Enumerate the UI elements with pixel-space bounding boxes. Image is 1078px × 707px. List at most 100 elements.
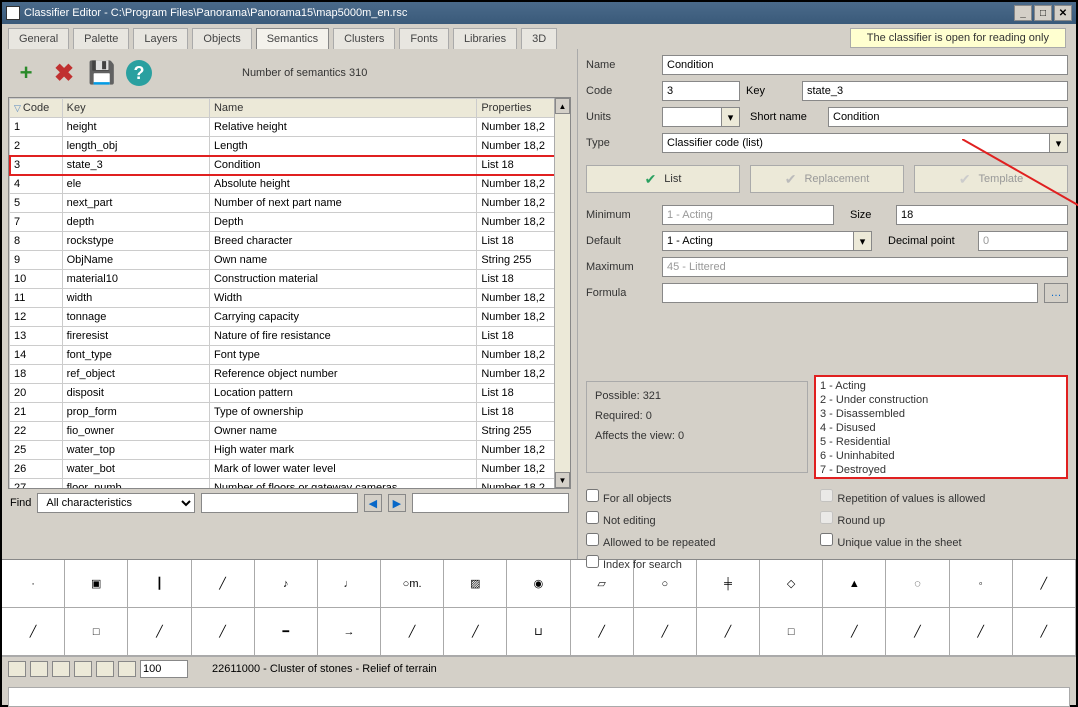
units-field[interactable] bbox=[662, 107, 722, 127]
find-input[interactable] bbox=[201, 493, 358, 513]
list-item[interactable]: 7 - Destroyed bbox=[820, 463, 1062, 477]
symbol-swatch[interactable]: ━ bbox=[255, 608, 318, 655]
symbol-swatch[interactable]: ♩ bbox=[318, 560, 381, 607]
symbol-swatch[interactable]: ╱ bbox=[571, 608, 634, 655]
symbol-swatch[interactable]: ╱ bbox=[192, 560, 255, 607]
symbol-swatch[interactable]: □ bbox=[760, 608, 823, 655]
symbol-swatch[interactable]: ╱ bbox=[444, 608, 507, 655]
tab-3d[interactable]: 3D bbox=[521, 28, 557, 49]
key-field[interactable] bbox=[802, 81, 1068, 101]
symbol-swatch[interactable]: ▣ bbox=[65, 560, 128, 607]
list-item[interactable]: 5 - Residential bbox=[820, 435, 1062, 449]
view4-icon[interactable] bbox=[96, 661, 114, 677]
table-row[interactable]: 20dispositLocation patternList 18 bbox=[10, 384, 570, 403]
table-row[interactable]: 11widthWidthNumber 18,2 bbox=[10, 289, 570, 308]
tab-palette[interactable]: Palette bbox=[73, 28, 129, 49]
symbol-swatch[interactable]: ⊔ bbox=[507, 608, 570, 655]
table-row[interactable]: 12tonnageCarrying capacityNumber 18,2 bbox=[10, 308, 570, 327]
col-name[interactable]: Name bbox=[209, 99, 476, 118]
table-row[interactable]: 10material10Construction materialList 18 bbox=[10, 270, 570, 289]
tab-clusters[interactable]: Clusters bbox=[333, 28, 395, 49]
max-field[interactable] bbox=[662, 257, 1068, 277]
symbol-swatch[interactable]: ╱ bbox=[1013, 608, 1076, 655]
symbol-swatch[interactable]: ┃ bbox=[128, 560, 191, 607]
min-field[interactable] bbox=[662, 205, 834, 225]
values-list[interactable]: 1 - Acting2 - Under construction3 - Disa… bbox=[814, 375, 1068, 479]
add-icon[interactable]: + bbox=[12, 59, 40, 87]
list-item[interactable]: 3 - Disassembled bbox=[820, 407, 1062, 421]
view2-icon[interactable] bbox=[52, 661, 70, 677]
table-row[interactable]: 26water_botMark of lower water levelNumb… bbox=[10, 460, 570, 479]
name-field[interactable] bbox=[662, 55, 1068, 75]
table-row[interactable]: 21prop_formType of ownershipList 18 bbox=[10, 403, 570, 422]
maximize-button[interactable]: □ bbox=[1034, 5, 1052, 21]
col-key[interactable]: Key bbox=[62, 99, 209, 118]
symbol-swatch[interactable]: ○m. bbox=[381, 560, 444, 607]
tab-general[interactable]: General bbox=[8, 28, 69, 49]
shortname-field[interactable] bbox=[828, 107, 1068, 127]
symbol-swatch[interactable]: ◉ bbox=[507, 560, 570, 607]
minimize-button[interactable]: _ bbox=[1014, 5, 1032, 21]
symbol-swatch[interactable]: · bbox=[2, 560, 65, 607]
unique-checkbox[interactable]: Unique value in the sheet bbox=[820, 533, 1051, 549]
tab-layers[interactable]: Layers bbox=[133, 28, 188, 49]
table-row[interactable]: 22fio_ownerOwner nameString 255 bbox=[10, 422, 570, 441]
chevron-down-icon[interactable]: ▾ bbox=[1050, 133, 1068, 153]
table-row[interactable]: 8rockstypeBreed characterList 18 bbox=[10, 232, 570, 251]
view5-icon[interactable] bbox=[118, 661, 136, 677]
semantics-table[interactable]: Code Key Name Properties 1heightRelative… bbox=[8, 97, 571, 489]
repeat-checkbox[interactable]: Allowed to be repeated bbox=[586, 533, 817, 549]
delete-icon[interactable]: ✖ bbox=[50, 59, 78, 87]
table-row[interactable]: 14font_typeFont typeNumber 18,2 bbox=[10, 346, 570, 365]
table-scrollbar[interactable]: ▲▼ bbox=[554, 98, 570, 488]
formula-field[interactable] bbox=[662, 283, 1038, 303]
find-filter-select[interactable]: All characteristics bbox=[37, 493, 194, 513]
forall-checkbox[interactable]: For all objects bbox=[586, 489, 817, 505]
zoom-field[interactable] bbox=[140, 660, 188, 678]
list-item[interactable]: 4 - Disused bbox=[820, 421, 1062, 435]
symbol-swatch[interactable]: ♪ bbox=[255, 560, 318, 607]
replacement-button[interactable]: ✔Replacement bbox=[750, 165, 904, 193]
table-row[interactable]: 4eleAbsolute heightNumber 18,2 bbox=[10, 175, 570, 194]
symbol-swatch[interactable]: → bbox=[318, 608, 381, 655]
table-row[interactable]: 5next_partNumber of next part nameNumber… bbox=[10, 194, 570, 213]
grid-icon[interactable] bbox=[8, 661, 26, 677]
table-row[interactable]: 25water_topHigh water markNumber 18,2 bbox=[10, 441, 570, 460]
tab-fonts[interactable]: Fonts bbox=[399, 28, 449, 49]
view3-icon[interactable] bbox=[74, 661, 92, 677]
default-field[interactable] bbox=[662, 231, 854, 251]
next-button[interactable]: ▶ bbox=[388, 494, 406, 512]
symbol-swatch[interactable]: ╱ bbox=[886, 608, 949, 655]
table-row[interactable]: 13fireresistNature of fire resistanceLis… bbox=[10, 327, 570, 346]
symbol-swatch[interactable]: ╱ bbox=[950, 608, 1013, 655]
prev-button[interactable]: ◀ bbox=[364, 494, 382, 512]
dec-field[interactable] bbox=[978, 231, 1068, 251]
symbol-swatch[interactable]: □ bbox=[65, 608, 128, 655]
close-button[interactable]: ✕ bbox=[1054, 5, 1072, 21]
tab-semantics[interactable]: Semantics bbox=[256, 28, 329, 49]
tab-objects[interactable]: Objects bbox=[192, 28, 251, 49]
size-field[interactable] bbox=[896, 205, 1068, 225]
symbol-swatch[interactable]: ╱ bbox=[697, 608, 760, 655]
list-item[interactable]: 1 - Acting bbox=[820, 379, 1062, 393]
find-text-input[interactable] bbox=[412, 493, 569, 513]
symbol-swatch[interactable]: ╱ bbox=[381, 608, 444, 655]
table-row[interactable]: 3state_3ConditionList 18 bbox=[10, 156, 570, 175]
table-row[interactable]: 1heightRelative heightNumber 18,2 bbox=[10, 118, 570, 137]
list-item[interactable]: 2 - Under construction bbox=[820, 393, 1062, 407]
table-row[interactable]: 27floor_numbNumber of floors or gateway … bbox=[10, 479, 570, 490]
chevron-down-icon[interactable]: ▾ bbox=[722, 107, 740, 127]
symbol-swatch[interactable]: ▨ bbox=[444, 560, 507, 607]
symbol-swatch[interactable]: ╱ bbox=[823, 608, 886, 655]
symbol-swatch[interactable]: ╱ bbox=[2, 608, 65, 655]
code-field[interactable] bbox=[662, 81, 740, 101]
list-item[interactable]: 6 - Uninhabited bbox=[820, 449, 1062, 463]
table-row[interactable]: 9ObjNameOwn nameString 255 bbox=[10, 251, 570, 270]
table-row[interactable]: 2length_objLengthNumber 18,2 bbox=[10, 137, 570, 156]
notedit-checkbox[interactable]: Not editing bbox=[586, 511, 817, 527]
view1-icon[interactable] bbox=[30, 661, 48, 677]
template-button[interactable]: ✔Template bbox=[914, 165, 1068, 193]
tab-libraries[interactable]: Libraries bbox=[453, 28, 517, 49]
symbol-swatch[interactable]: ╱ bbox=[192, 608, 255, 655]
symbol-swatch[interactable]: ╱ bbox=[634, 608, 697, 655]
